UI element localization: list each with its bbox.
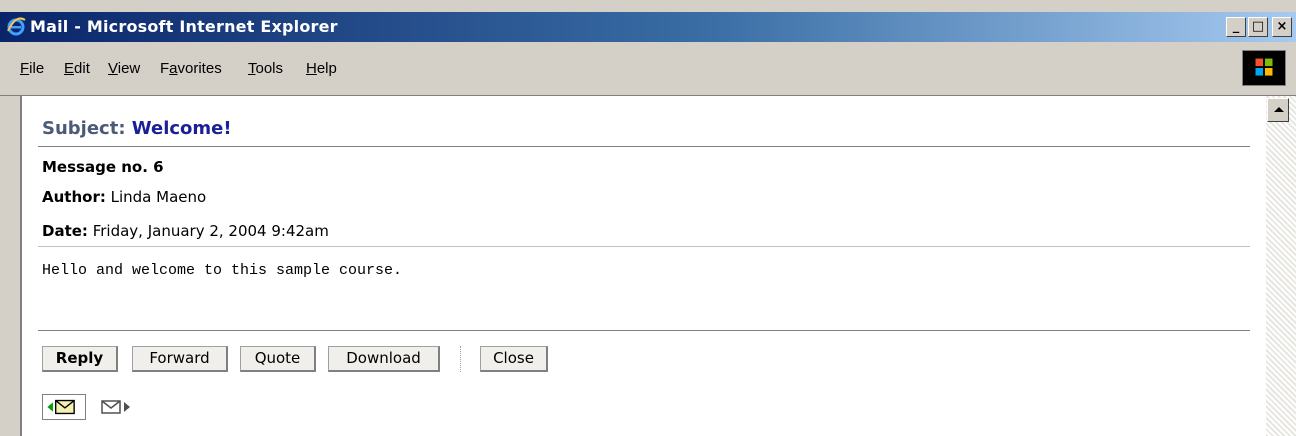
divider [38, 146, 1250, 147]
windows-logo-icon [1242, 50, 1286, 86]
message-subject: Subject: Welcome! [42, 118, 232, 139]
menu-edit[interactable]: Edit [64, 60, 90, 77]
toolbar-separator [460, 346, 462, 372]
menu-file[interactable]: File [20, 60, 44, 77]
close-window-button[interactable]: × [1272, 17, 1292, 37]
menu-accelerator: E [64, 60, 75, 77]
maximize-icon: □ [1251, 19, 1265, 34]
divider [38, 330, 1250, 331]
minimize-icon: _ [1232, 19, 1240, 34]
close-button[interactable]: Close [480, 346, 548, 372]
message-number: Message no. 6 [42, 158, 164, 176]
menu-accelerator: F [20, 60, 30, 77]
title-bar[interactable]: Mail - Microsoft Internet Explorer _ □ × [0, 12, 1296, 42]
window-title: Mail - Microsoft Internet Explorer [30, 17, 338, 36]
menu-help[interactable]: Help [306, 60, 337, 77]
subject-label: Subject: [42, 118, 126, 139]
message-author: Author: Linda Maeno [42, 188, 206, 206]
menu-view[interactable]: View [108, 60, 140, 77]
menu-favorites[interactable]: Favorites [160, 60, 222, 77]
author-label: Author: [42, 188, 106, 206]
maximize-button[interactable]: □ [1248, 17, 1268, 37]
divider [38, 246, 1250, 247]
menu-bar: File Edit View Favorites Tools Help [0, 42, 1296, 96]
message-date: Date: Friday, January 2, 2004 9:42am [42, 222, 329, 240]
vertical-scrollbar[interactable] [1266, 96, 1296, 436]
menu-accelerator: H [306, 60, 317, 77]
menu-accelerator: T [248, 60, 256, 77]
date-label: Date: [42, 222, 88, 240]
menu-tools[interactable]: Tools [248, 60, 283, 77]
reply-button[interactable]: Reply [42, 346, 118, 372]
message-body: Hello and welcome to this sample course. [42, 262, 403, 279]
download-button[interactable]: Download [328, 346, 440, 372]
forward-button[interactable]: Forward [132, 346, 228, 372]
browser-window: Mail - Microsoft Internet Explorer _ □ ×… [0, 0, 1296, 436]
menu-accelerator: V [108, 60, 118, 77]
author-value: Linda Maeno [110, 188, 207, 206]
menu-accelerator: a [169, 60, 178, 77]
quote-button[interactable]: Quote [240, 346, 316, 372]
envelope-prev-icon[interactable] [42, 394, 86, 420]
minimize-button[interactable]: _ [1226, 17, 1246, 37]
scroll-up-button[interactable] [1267, 98, 1289, 122]
envelope-next-icon[interactable] [100, 394, 134, 420]
internet-explorer-icon [7, 17, 26, 36]
date-value: Friday, January 2, 2004 9:42am [92, 222, 329, 240]
close-icon: × [1276, 19, 1288, 34]
message-number-label: Message no. 6 [42, 158, 164, 176]
subject-value: Welcome! [131, 118, 232, 139]
